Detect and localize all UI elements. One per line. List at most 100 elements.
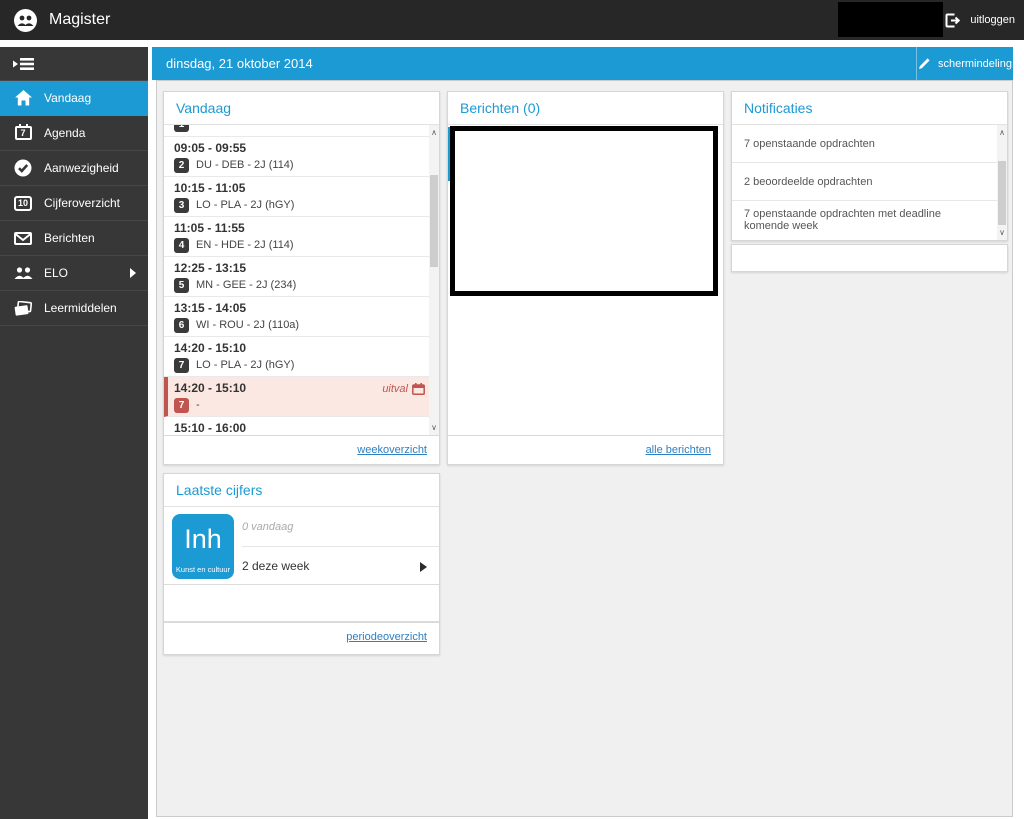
lesson-time: 09:05 - 09:55 bbox=[174, 141, 247, 155]
scroll-down-icon[interactable]: ∨ bbox=[429, 421, 439, 434]
grade-subject-tile[interactable]: Inh Kunst en cultuur bbox=[172, 514, 234, 579]
sidebar-item-label: ELO bbox=[44, 266, 69, 280]
sidebar-item-leermiddelen[interactable]: Leermiddelen bbox=[0, 291, 148, 326]
main-content: Vandaag 1 09:05 - 09:55 2 D bbox=[156, 80, 1013, 817]
sidebar-item-label: Vandaag bbox=[44, 91, 92, 105]
schedule-row[interactable]: 09:05 - 09:55 2 DU - DEB - 2J (114) bbox=[164, 137, 439, 177]
lesson-subject: LO - PLA - 2J (hGY) bbox=[196, 199, 295, 211]
lesson-time: 14:20 - 15:10 bbox=[174, 381, 247, 395]
magister-logo-icon bbox=[13, 8, 38, 33]
notification-item[interactable]: 2 beoordeelde opdrachten bbox=[732, 163, 1007, 201]
panel-notificaties-title: Notificaties bbox=[732, 92, 1007, 125]
weekoverzicht-link[interactable]: weekoverzicht bbox=[357, 444, 427, 456]
lesson-subject: - bbox=[196, 399, 200, 411]
sidebar-item-label: Berichten bbox=[44, 231, 95, 245]
lesson-time: 11:05 - 11:55 bbox=[174, 221, 245, 235]
sidebar-item-vandaag[interactable]: Vandaag bbox=[0, 81, 148, 116]
grade-summary: 0 vandaag 2 deze week bbox=[242, 507, 439, 584]
panel-vandaag: Vandaag 1 09:05 - 09:55 2 D bbox=[163, 91, 440, 465]
lesson-number-badge: 1 bbox=[174, 125, 189, 132]
sidebar-item-cijferoverzicht[interactable]: 10 Cijferoverzicht bbox=[0, 186, 148, 221]
lesson-number-badge: 3 bbox=[174, 197, 189, 213]
panel-berichten-footer: alle berichten bbox=[448, 435, 723, 464]
periodeoverzicht-link[interactable]: periodeoverzicht bbox=[346, 631, 427, 643]
panel-notificaties: Notificaties 7 openstaande opdrachten 2 … bbox=[731, 91, 1008, 241]
lesson-time: 12:25 - 13:15 bbox=[174, 261, 247, 275]
calendar-icon: 7 bbox=[12, 124, 34, 140]
panel-berichten-title: Berichten (0) bbox=[448, 92, 723, 125]
schedule-row[interactable]: 12:25 - 13:15 5 MN - GEE - 2J (234) bbox=[164, 257, 439, 297]
grade-value: Inh bbox=[184, 524, 222, 554]
schedule-row[interactable]: 11:05 - 11:55 4 EN - HDE - 2J (114) bbox=[164, 217, 439, 257]
lesson-time: 10:15 - 11:05 bbox=[174, 181, 246, 195]
collapse-sidebar-icon bbox=[13, 57, 35, 71]
notification-text: 2 beoordeelde opdrachten bbox=[744, 175, 873, 188]
collapse-sidebar-button[interactable] bbox=[0, 47, 148, 81]
sidebar-item-berichten[interactable]: Berichten bbox=[0, 221, 148, 256]
arrow-right-icon[interactable] bbox=[420, 562, 427, 572]
schedule-row[interactable]: 13:15 - 14:05 6 WI - ROU - 2J (110a) bbox=[164, 297, 439, 337]
logout-label: uitloggen bbox=[970, 14, 1015, 26]
screen-layout-label: schermindeling bbox=[938, 57, 1012, 70]
lesson-subject: MN - GEE - 2J (234) bbox=[196, 279, 297, 291]
lesson-number-badge: 2 bbox=[174, 157, 189, 173]
notifications-scrollbar[interactable]: ∧ ∨ bbox=[997, 125, 1007, 240]
panel-cijfers-footer: periodeoverzicht bbox=[164, 622, 439, 651]
date-bar: dinsdag, 21 oktober 2014 schermindeling bbox=[152, 47, 1013, 80]
schedule-row[interactable]: 1 bbox=[164, 125, 439, 137]
app-logo: Magister bbox=[13, 0, 110, 40]
panel-laatste-cijfers: Laatste cijfers Inh Kunst en cultuur 0 v… bbox=[163, 473, 440, 655]
schedule-row[interactable]: 14:20 - 15:10 7 - uitval bbox=[164, 377, 439, 417]
lesson-time: 15:10 - 16:00 bbox=[174, 421, 247, 435]
check-circle-icon bbox=[12, 159, 34, 177]
lesson-number-badge: 7 bbox=[174, 357, 189, 373]
logout-icon bbox=[944, 12, 961, 29]
schedule-scrollbar[interactable]: ∧ ∨ bbox=[429, 125, 439, 435]
panel-notificaties-footer bbox=[731, 244, 1008, 272]
scroll-up-icon[interactable]: ∧ bbox=[997, 126, 1007, 139]
schedule-row[interactable]: 10:15 - 11:05 3 LO - PLA - 2J (hGY) bbox=[164, 177, 439, 217]
scrollbar-thumb[interactable] bbox=[430, 175, 438, 267]
people-icon bbox=[12, 266, 34, 280]
lesson-number-badge: 7 bbox=[174, 397, 189, 413]
lesson-number-badge: 4 bbox=[174, 237, 189, 253]
sidebar-item-elo[interactable]: ELO bbox=[0, 256, 148, 291]
home-icon bbox=[12, 90, 34, 106]
status-label: uitval bbox=[382, 383, 408, 395]
notification-item[interactable]: 7 openstaande opdrachten bbox=[732, 125, 1007, 163]
scroll-up-icon[interactable]: ∧ bbox=[429, 126, 439, 139]
chevron-right-icon bbox=[130, 268, 136, 278]
panel-vandaag-title: Vandaag bbox=[164, 92, 439, 125]
schedule-rows: 1 09:05 - 09:55 2 DU - DEB - 2J (114) 10… bbox=[164, 125, 439, 435]
sidebar-item-label: Cijferoverzicht bbox=[44, 196, 121, 210]
scroll-down-icon[interactable]: ∨ bbox=[997, 226, 1007, 239]
grade-badge-icon: 10 bbox=[12, 195, 34, 211]
redacted-messages-box bbox=[450, 126, 718, 296]
grade-subject-label: Kunst en cultuur bbox=[175, 565, 231, 574]
screen-layout-button[interactable]: schermindeling bbox=[916, 47, 1013, 80]
redacted-username-box bbox=[838, 2, 943, 37]
envelope-icon bbox=[12, 231, 34, 245]
alle-berichten-link[interactable]: alle berichten bbox=[646, 444, 711, 456]
notification-text: 7 openstaande opdrachten bbox=[744, 137, 875, 150]
app-title: Magister bbox=[49, 11, 111, 28]
sidebar-item-label: Aanwezigheid bbox=[44, 161, 119, 175]
notification-item[interactable]: 7 openstaande opdrachten met deadline ko… bbox=[732, 201, 1007, 239]
lesson-number-badge: 5 bbox=[174, 277, 189, 293]
panel-berichten: Berichten (0) alle berichten bbox=[447, 91, 724, 465]
sidebar-item-agenda[interactable]: 7 Agenda bbox=[0, 116, 148, 151]
lesson-subject: WI - ROU - 2J (110a) bbox=[196, 319, 300, 331]
lesson-subject: LO - PLA - 2J (hGY) bbox=[196, 359, 295, 371]
lesson-time: 13:15 - 14:05 bbox=[174, 301, 247, 315]
scrollbar-thumb[interactable] bbox=[998, 161, 1006, 225]
latest-grade-row[interactable]: Inh Kunst en cultuur 0 vandaag 2 deze we… bbox=[164, 507, 439, 585]
sidebar-item-aanwezigheid[interactable]: Aanwezigheid bbox=[0, 151, 148, 186]
sidebar-item-label: Leermiddelen bbox=[44, 301, 117, 315]
lesson-number-badge: 6 bbox=[174, 317, 189, 333]
schedule-row[interactable]: 14:20 - 15:10 7 LO - PLA - 2J (hGY) bbox=[164, 337, 439, 377]
grades-empty-section bbox=[164, 585, 439, 622]
schedule-row[interactable]: 15:10 - 16:00 8 KBG bbox=[164, 417, 439, 435]
grades-today-label: 0 vandaag bbox=[242, 507, 439, 547]
notification-rows: 7 openstaande opdrachten 2 beoordeelde o… bbox=[732, 125, 1007, 239]
logout-button[interactable]: uitloggen bbox=[944, 0, 1015, 40]
